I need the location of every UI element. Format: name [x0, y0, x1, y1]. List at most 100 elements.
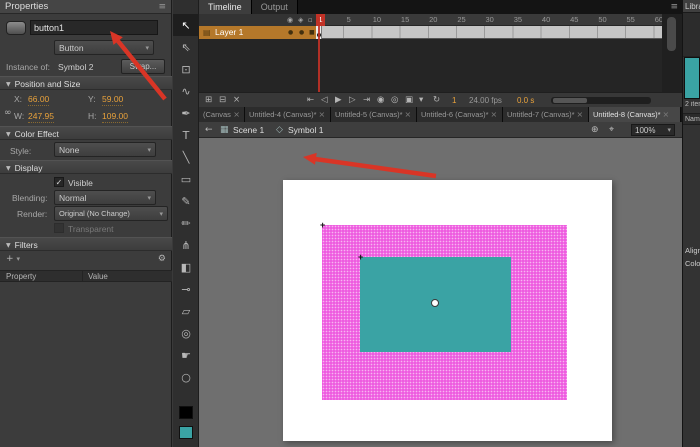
- text-tool[interactable]: T: [173, 124, 199, 146]
- rectangle-tool[interactable]: ▭: [173, 168, 199, 190]
- w-value[interactable]: 247.95: [28, 111, 54, 123]
- visible-checkbox[interactable]: ✓: [54, 177, 64, 187]
- layer-visible-dot[interactable]: ●: [288, 26, 293, 39]
- frame-ruler[interactable]: 151015202530354045505560: [316, 14, 662, 26]
- go-to-first-frame-icon[interactable]: ⇤: [307, 93, 314, 108]
- zoom-dropdown[interactable]: 100% ▾: [631, 124, 675, 136]
- stroke-color-swatch[interactable]: [179, 406, 193, 419]
- loop-icon[interactable]: ↻: [433, 93, 440, 108]
- instance-name-input[interactable]: [30, 20, 158, 35]
- new-folder-icon[interactable]: ⊟: [219, 93, 226, 108]
- go-to-last-frame-icon[interactable]: ⇥: [363, 93, 370, 108]
- document-tab[interactable]: Untitled-5 (Canvas)*×: [331, 107, 417, 122]
- current-frame-indicator[interactable]: 1: [452, 93, 456, 108]
- breadcrumb-symbol[interactable]: Symbol 1: [288, 122, 323, 138]
- section-header-filters[interactable]: ▼Filters: [0, 237, 172, 251]
- scrollbar-thumb[interactable]: [553, 98, 587, 103]
- document-tab[interactable]: Untitled-8 (Canvas)*×: [589, 107, 681, 122]
- bone-tool[interactable]: ⋔: [173, 234, 199, 256]
- step-forward-icon[interactable]: ▷: [349, 93, 356, 108]
- close-tab-icon[interactable]: ×: [491, 110, 498, 119]
- width-tool[interactable]: ◎: [173, 322, 199, 344]
- frame-rate-indicator[interactable]: 24.00 fps: [469, 93, 502, 108]
- stage[interactable]: + +: [199, 138, 682, 447]
- swap-button[interactable]: Swap...: [121, 59, 165, 74]
- render-dropdown[interactable]: Original (No Change) ▾: [54, 206, 168, 221]
- edit-symbols-icon[interactable]: ⊕: [591, 122, 599, 138]
- properties-panel-header[interactable]: Properties ≡: [0, 0, 171, 14]
- paint-bucket-tool[interactable]: ◧: [173, 256, 199, 278]
- timeline-empty-area[interactable]: [199, 39, 662, 92]
- fill-color-swatch[interactable]: [179, 426, 193, 439]
- layer-frames-track[interactable]: [316, 26, 662, 39]
- tab-align[interactable]: Align: [683, 246, 700, 255]
- outline-column-icon[interactable]: ▫: [308, 14, 313, 26]
- panel-menu-icon[interactable]: ≡: [158, 0, 166, 13]
- document-tab[interactable]: Untitled-4 (Canvas)*×: [245, 107, 331, 122]
- document-tab[interactable]: (Canvas)*×: [199, 107, 245, 122]
- eraser-tool[interactable]: ▱: [173, 300, 199, 322]
- eye-column-icon[interactable]: ◉: [287, 14, 293, 26]
- section-header-color-effect[interactable]: ▼Color Effect: [0, 126, 172, 140]
- play-icon[interactable]: ▶: [335, 93, 342, 108]
- y-value[interactable]: 59.00: [102, 94, 123, 106]
- x-value[interactable]: 66.00: [28, 94, 49, 106]
- timeline-vertical-scrollbar[interactable]: [662, 14, 682, 92]
- document-tab[interactable]: Untitled-7 (Canvas)*×: [503, 107, 589, 122]
- free-transform-tool[interactable]: ⊡: [173, 58, 199, 80]
- library-name-column-header[interactable]: Name: [683, 113, 700, 125]
- close-tab-icon[interactable]: ×: [319, 110, 326, 119]
- center-frame-icon[interactable]: ⌖: [609, 122, 614, 138]
- brush-tool[interactable]: ✏: [173, 212, 199, 234]
- layer-name[interactable]: Layer 1: [215, 26, 243, 39]
- h-value[interactable]: 109.00: [102, 111, 128, 123]
- tab-timeline[interactable]: Timeline: [199, 0, 252, 14]
- delete-layer-icon[interactable]: ×: [233, 93, 240, 108]
- pencil-tool[interactable]: ✎: [173, 190, 199, 212]
- layer-row[interactable]: ▤ Layer 1 ● ● ■: [199, 26, 662, 39]
- panel-menu-icon[interactable]: ≡: [670, 0, 678, 14]
- zoom-tool[interactable]: ○: [173, 366, 199, 388]
- lasso-tool[interactable]: ∿: [173, 80, 199, 102]
- timeline-horizontal-scrollbar[interactable]: [551, 97, 651, 104]
- blending-dropdown[interactable]: Normal ▾: [54, 190, 156, 205]
- close-tab-icon[interactable]: ×: [663, 110, 670, 119]
- close-tab-icon[interactable]: ×: [405, 110, 412, 119]
- onion-skin-icon[interactable]: ◉: [377, 93, 384, 108]
- close-tab-icon[interactable]: ×: [233, 110, 240, 119]
- eyedropper-tool[interactable]: ⊸: [173, 278, 199, 300]
- style-dropdown[interactable]: None ▾: [54, 142, 156, 157]
- lock-aspect-ratio-icon[interactable]: ∞: [4, 106, 12, 120]
- add-filter-button[interactable]: +▾: [6, 252, 20, 266]
- section-header-position-size[interactable]: ▼Position and Size: [0, 76, 172, 90]
- back-arrow-icon[interactable]: ←: [205, 122, 213, 138]
- tab-color[interactable]: Color: [683, 259, 700, 268]
- hand-tool[interactable]: ☛: [173, 344, 199, 366]
- new-layer-icon[interactable]: ⊞: [205, 93, 212, 108]
- filter-options-gear-icon[interactable]: ⚙: [158, 252, 166, 266]
- timeline-ruler[interactable]: ◉ ◈ ▫ 151015202530354045505560: [199, 14, 662, 26]
- canvas[interactable]: + +: [283, 180, 612, 441]
- selection-tool[interactable]: ↖: [173, 14, 199, 36]
- edit-multiple-frames-icon[interactable]: ▣: [405, 93, 413, 108]
- step-back-icon[interactable]: ◁: [321, 93, 328, 108]
- teal-rectangle[interactable]: +: [360, 257, 511, 352]
- section-header-display[interactable]: ▼Display: [0, 160, 172, 174]
- tab-library[interactable]: Library: [683, 0, 700, 13]
- layer-lock-dot[interactable]: ●: [299, 26, 304, 39]
- breadcrumb-scene[interactable]: Scene 1: [233, 122, 264, 138]
- line-tool[interactable]: ╲: [173, 146, 199, 168]
- symbol-type-dropdown[interactable]: Button ▾: [54, 40, 154, 55]
- close-tab-icon[interactable]: ×: [577, 110, 584, 119]
- pen-tool[interactable]: ✒: [173, 102, 199, 124]
- scrollbar-thumb[interactable]: [667, 17, 676, 51]
- onion-skin-outlines-icon[interactable]: ◎: [391, 93, 398, 108]
- layer-name-cell[interactable]: ▤ Layer 1 ● ● ■: [199, 26, 316, 39]
- lock-column-icon[interactable]: ◈: [298, 14, 303, 26]
- transform-point-icon[interactable]: [431, 299, 439, 307]
- tab-output[interactable]: Output: [252, 0, 298, 14]
- subselection-tool[interactable]: ⇖: [173, 36, 199, 58]
- library-item-thumbnail[interactable]: [684, 57, 700, 99]
- modify-markers-icon[interactable]: ▾: [419, 93, 423, 108]
- document-tab[interactable]: Untitled-6 (Canvas)*×: [417, 107, 503, 122]
